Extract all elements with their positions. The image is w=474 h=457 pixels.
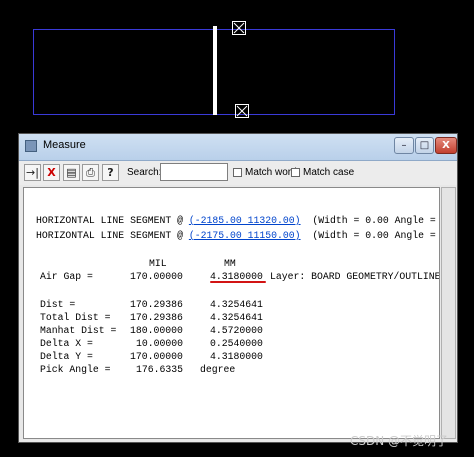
- print-icon[interactable]: ⎙: [82, 164, 99, 181]
- airgap-label: Air Gap =: [40, 271, 93, 282]
- row-mil: 10.00000: [136, 338, 184, 349]
- minimize-button[interactable]: –: [394, 137, 414, 154]
- segment-label: HORIZONTAL LINE SEGMENT @: [36, 230, 189, 241]
- airgap-mil: 170.00000: [130, 271, 183, 282]
- window-icon: [25, 140, 37, 152]
- vertical-scrollbar[interactable]: [441, 187, 456, 439]
- selected-line-segment[interactable]: [213, 26, 217, 115]
- match-word-label: Match word: [245, 167, 297, 178]
- row-mm: 4.3254641: [210, 312, 263, 323]
- row-mm: 4.3254641: [210, 299, 263, 310]
- help-icon[interactable]: ?: [102, 164, 119, 181]
- pick-marker-icon: [235, 104, 249, 118]
- row-mil: 170.29386: [130, 299, 183, 310]
- segment-props: (Width = 0.00 Angle = 0.0000): [312, 230, 436, 241]
- column-header-mm: MM: [224, 258, 236, 269]
- segment-coords-link[interactable]: (-2185.00 11320.00): [189, 215, 301, 226]
- match-case-label: Match case: [303, 167, 355, 178]
- row-mil: 170.00000: [130, 351, 183, 362]
- row-label: Manhat Dist =: [40, 325, 117, 336]
- row-mm: 0.2540000: [210, 338, 263, 349]
- row-mil: 180.00000: [130, 325, 183, 336]
- pin-icon[interactable]: →|: [24, 164, 41, 181]
- column-header-mil: MIL: [149, 258, 167, 269]
- measure-report[interactable]: HORIZONTAL LINE SEGMENT @ (-2185.00 1132…: [23, 187, 440, 439]
- pick-angle-value: 176.6335: [136, 364, 184, 375]
- segment-line-1: HORIZONTAL LINE SEGMENT @ (-2185.00 1132…: [36, 215, 439, 227]
- measure-window: Measure – □ X →| X ▤ ⎙ ? Search: Match w…: [18, 133, 458, 443]
- window-title: Measure: [43, 139, 86, 151]
- save-icon[interactable]: ▤: [63, 164, 80, 181]
- row-mm: 4.5720000: [210, 325, 263, 336]
- title-bar[interactable]: Measure – □ X: [19, 134, 457, 161]
- airgap-layer: Layer: BOARD GEOMETRY/OUTLINE and BOA: [270, 271, 440, 282]
- highlight-underline: [210, 281, 266, 283]
- pick-angle-label: Pick Angle =: [40, 364, 111, 375]
- row-label: Total Dist =: [40, 312, 111, 323]
- watermark: CSDN @不觉明了: [350, 434, 449, 448]
- search-label: Search:: [127, 167, 162, 178]
- segment-props: (Width = 0.00 Angle = 0.0000): [312, 215, 436, 226]
- row-label: Delta Y =: [40, 351, 93, 362]
- close-window-button[interactable]: X: [435, 137, 457, 154]
- search-input[interactable]: [160, 163, 228, 181]
- segment-line-2: HORIZONTAL LINE SEGMENT @ (-2175.00 1115…: [36, 230, 439, 242]
- segment-coords-link[interactable]: (-2175.00 11150.00): [189, 230, 301, 241]
- match-word-checkbox[interactable]: [233, 168, 242, 177]
- segment-label: HORIZONTAL LINE SEGMENT @: [36, 215, 189, 226]
- toolbar: →| X ▤ ⎙ ? Search: Match word Match case: [19, 161, 457, 185]
- pick-marker-icon: [232, 21, 246, 35]
- maximize-button[interactable]: □: [415, 137, 434, 154]
- row-mm: 4.3180000: [210, 351, 263, 362]
- match-case-checkbox[interactable]: [291, 168, 300, 177]
- pick-angle-unit: degree: [200, 364, 236, 375]
- row-label: Delta X =: [40, 338, 93, 349]
- row-mil: 170.29386: [130, 312, 183, 323]
- row-label: Dist =: [40, 299, 76, 310]
- close-icon[interactable]: X: [43, 164, 60, 181]
